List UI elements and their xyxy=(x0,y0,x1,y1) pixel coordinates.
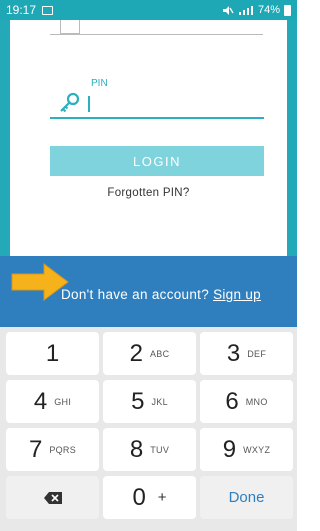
previous-field-icon xyxy=(60,20,80,34)
signup-text: Don't have an account? Sign up xyxy=(61,287,261,302)
battery-percent: 74% xyxy=(257,4,280,16)
key-6-digit: 6 xyxy=(225,387,239,415)
key-0-plus: + xyxy=(157,489,167,506)
status-time: 19:17 xyxy=(6,3,37,17)
key-7-digit: 7 xyxy=(28,435,43,463)
battery-icon xyxy=(284,4,291,16)
key-4-digit: 4 xyxy=(33,387,48,415)
backspace-key[interactable] xyxy=(6,476,99,519)
done-key[interactable]: Done xyxy=(200,476,293,519)
status-bar: 19:17 74% xyxy=(0,0,297,20)
login-card: PIN LOGIN Forgotten PIN? xyxy=(10,20,287,260)
key-7[interactable]: 7 PQRS xyxy=(6,428,99,471)
key-5[interactable]: 5 JKL xyxy=(103,380,196,423)
gallery-notification-icon xyxy=(42,5,54,15)
arrow-pointer-icon xyxy=(11,263,69,301)
signal-icon xyxy=(238,5,253,15)
key-8-digit: 8 xyxy=(129,435,144,463)
previous-field-underline[interactable] xyxy=(50,34,263,35)
login-button[interactable]: LOGIN xyxy=(50,146,264,176)
numeric-keypad: 1 2 ABC 3 DEF 4 GHI 5 JKL 6 MNO 7 PQRS 8… xyxy=(0,327,297,531)
key-8[interactable]: 8 TUV xyxy=(103,428,196,471)
key-0-digit: 0 xyxy=(132,483,146,511)
key-9[interactable]: 9 WXYZ xyxy=(200,428,293,471)
key-2-letters: ABC xyxy=(149,348,170,359)
key-6[interactable]: 6 MNO xyxy=(200,380,293,423)
key-0[interactable]: 0 + xyxy=(103,476,196,519)
key-8-letters: TUV xyxy=(150,444,170,455)
key-1-digit: 1 xyxy=(45,339,60,367)
key-9-digit: 9 xyxy=(222,435,237,463)
backspace-icon xyxy=(43,491,62,504)
signup-link[interactable]: Sign up xyxy=(213,287,261,302)
key-3-digit: 3 xyxy=(226,339,241,367)
key-3[interactable]: 3 DEF xyxy=(200,332,293,375)
pin-input-cursor xyxy=(88,96,90,112)
status-right: 74% xyxy=(222,4,291,16)
mute-icon xyxy=(222,5,234,15)
key-5-digit: 5 xyxy=(131,387,145,415)
key-5-letters: JKL xyxy=(151,396,168,407)
pin-input[interactable] xyxy=(50,117,264,119)
forgotten-pin-link[interactable]: Forgotten PIN? xyxy=(10,187,287,199)
key-4-letters: GHI xyxy=(54,396,72,407)
pin-label: PIN xyxy=(91,78,108,89)
key-4[interactable]: 4 GHI xyxy=(6,380,99,423)
key-9-letters: WXYZ xyxy=(243,444,271,455)
signup-banner: Don't have an account? Sign up xyxy=(0,256,297,327)
login-screen: 19:17 74% PIN LOGIN Forgotten PIN? Don't… xyxy=(0,0,297,531)
key-1[interactable]: 1 xyxy=(6,332,99,375)
key-2-digit: 2 xyxy=(129,339,143,367)
key-6-letters: MNO xyxy=(245,396,268,407)
key-7-letters: PQRS xyxy=(49,444,77,455)
key-2[interactable]: 2 ABC xyxy=(103,332,196,375)
key-icon xyxy=(60,92,80,113)
signup-prompt: Don't have an account? xyxy=(61,287,214,302)
key-3-letters: DEF xyxy=(247,348,267,359)
